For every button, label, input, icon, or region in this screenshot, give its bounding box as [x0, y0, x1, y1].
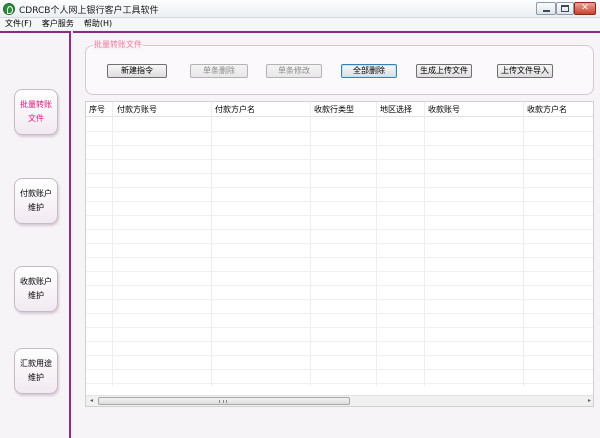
row-divider [86, 257, 593, 258]
minimize-button[interactable] [536, 2, 556, 15]
delete-single-button[interactable]: 单条删除 [190, 64, 248, 78]
sidebar-item-label: 批量转账 [20, 100, 52, 109]
maximize-button[interactable] [556, 2, 574, 15]
sidebar-item-payer-accounts[interactable]: 付款账户 维护 [14, 178, 58, 224]
sidebar-item-label: 维护 [28, 203, 44, 212]
column-header-region[interactable]: 地区选择 [380, 104, 412, 115]
groupbox-title: 批量转账文件 [93, 39, 143, 50]
column-header-payer-name[interactable]: 付款方户名 [215, 104, 255, 115]
menu-bar: 文件(F) 客户服务 帮助(H) [0, 18, 600, 30]
column-header-payer-account[interactable]: 付款方账号 [117, 104, 157, 115]
bank-logo-icon [3, 3, 15, 15]
sidebar-item-label: 汇款用途 [20, 359, 52, 368]
sidebar-item-label: 收款账户 [20, 277, 52, 286]
title-bar[interactable]: CDRCB个人网上银行客户工具软件 ✕ [0, 0, 600, 18]
sidebar-item-remittance-purpose[interactable]: 汇款用途 维护 [14, 348, 58, 394]
generate-upload-file-button[interactable]: 生成上传文件 [416, 64, 472, 78]
row-divider [86, 355, 593, 356]
row-divider [86, 243, 593, 244]
new-instruction-button[interactable]: 新建指令 [107, 64, 167, 78]
row-divider [86, 369, 593, 370]
sidebar-item-batch-transfer[interactable]: 批量转账 文件 [14, 89, 58, 135]
column-header-payee-bank-type[interactable]: 收款行类型 [314, 104, 354, 115]
maximize-icon [561, 5, 569, 12]
row-divider [86, 229, 593, 230]
row-divider [86, 327, 593, 328]
edit-single-button[interactable]: 单条修改 [266, 64, 322, 78]
horizontal-scrollbar[interactable]: ◂ ▸ [86, 395, 593, 406]
row-divider [86, 201, 593, 202]
row-divider [86, 131, 593, 132]
grip-icon [219, 400, 227, 403]
transfer-table[interactable]: 序号 付款方账号 付款方户名 收款行类型 地区选择 收款账号 收款方户名 ◂ ▸ [85, 101, 594, 407]
menu-file[interactable]: 文件(F) [0, 18, 37, 30]
row-divider [86, 341, 593, 342]
table-header: 序号 付款方账号 付款方户名 收款行类型 地区选择 收款账号 收款方户名 [86, 102, 593, 117]
row-divider [86, 187, 593, 188]
sidebar: 批量转账 文件 付款账户 维护 收款账户 维护 汇款用途 维护 [0, 31, 71, 438]
row-divider [86, 285, 593, 286]
minimize-icon [542, 9, 550, 12]
row-divider [86, 299, 593, 300]
sidebar-item-label: 维护 [28, 373, 44, 382]
close-icon: ✕ [581, 3, 589, 13]
row-divider [86, 159, 593, 160]
row-divider [86, 215, 593, 216]
window-title: CDRCB个人网上银行客户工具软件 [19, 6, 159, 16]
import-upload-file-button[interactable]: 上传文件导入 [497, 64, 553, 78]
column-header-payee-account[interactable]: 收款账号 [428, 104, 460, 115]
scroll-left-arrow-icon[interactable]: ◂ [86, 396, 97, 406]
row-divider [86, 173, 593, 174]
row-divider [86, 271, 593, 272]
row-divider [86, 383, 593, 384]
sidebar-item-payee-accounts[interactable]: 收款账户 维护 [14, 266, 58, 312]
main-panel: 批量转账文件 新建指令 单条删除 单条修改 全部删除 生成上传文件 上传文件导入… [73, 31, 600, 438]
delete-all-button[interactable]: 全部删除 [341, 64, 397, 78]
row-divider [86, 145, 593, 146]
sidebar-item-label: 文件 [28, 114, 44, 123]
row-divider [86, 313, 593, 314]
sidebar-item-label: 付款账户 [20, 189, 52, 198]
close-button[interactable]: ✕ [574, 2, 596, 15]
menu-help[interactable]: 帮助(H) [79, 18, 117, 30]
scroll-right-arrow-icon[interactable]: ▸ [584, 396, 593, 406]
scrollbar-thumb[interactable] [98, 397, 350, 405]
column-header-index[interactable]: 序号 [89, 104, 105, 115]
sidebar-item-label: 维护 [28, 291, 44, 300]
column-header-payee-name[interactable]: 收款方户名 [527, 104, 567, 115]
menu-customer-service[interactable]: 客户服务 [37, 18, 79, 30]
